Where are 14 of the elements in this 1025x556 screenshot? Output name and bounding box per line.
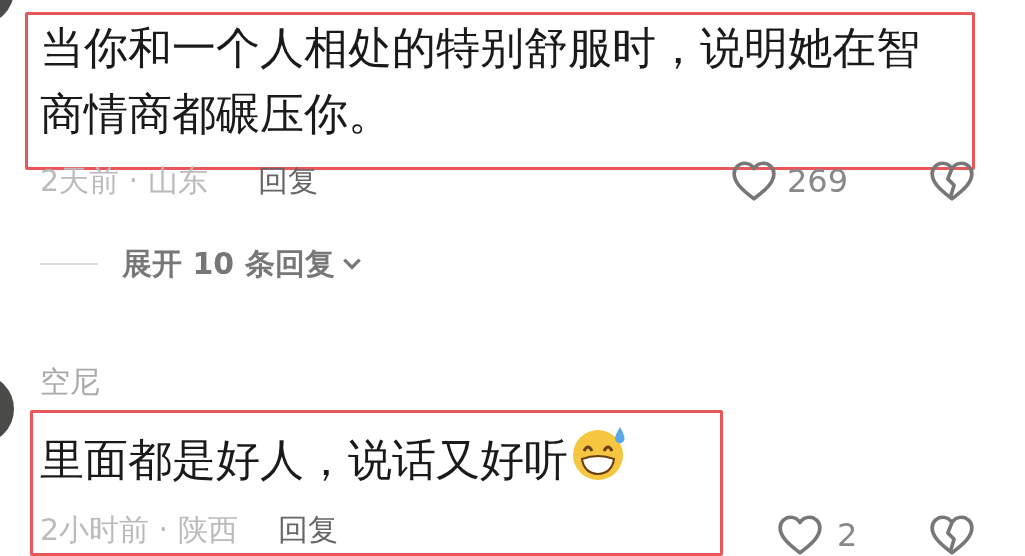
chevron-down-icon [340,257,363,271]
expand-replies-button[interactable]: 展开 10 条回复 [122,243,363,285]
heart-icon[interactable] [731,160,777,202]
like-count: 269 [787,162,850,200]
comment-text: 里面都是好人，说话又好听 [40,423,630,493]
reply-link[interactable]: 回复 [277,509,338,551]
comment-text: 当你和一个人相处的特别舒服时，说明她在智商情商都碾压你。 [40,21,921,141]
broken-heart-icon[interactable] [929,514,975,556]
like-count: 2 [837,516,859,554]
broken-heart-icon[interactable] [929,160,975,202]
time-location: 2天前 · 山东 [40,161,208,200]
time-location: 2小时前 · 陕西 [40,510,238,549]
reply-link[interactable]: 回复 [257,160,318,202]
heart-icon[interactable] [777,514,823,556]
